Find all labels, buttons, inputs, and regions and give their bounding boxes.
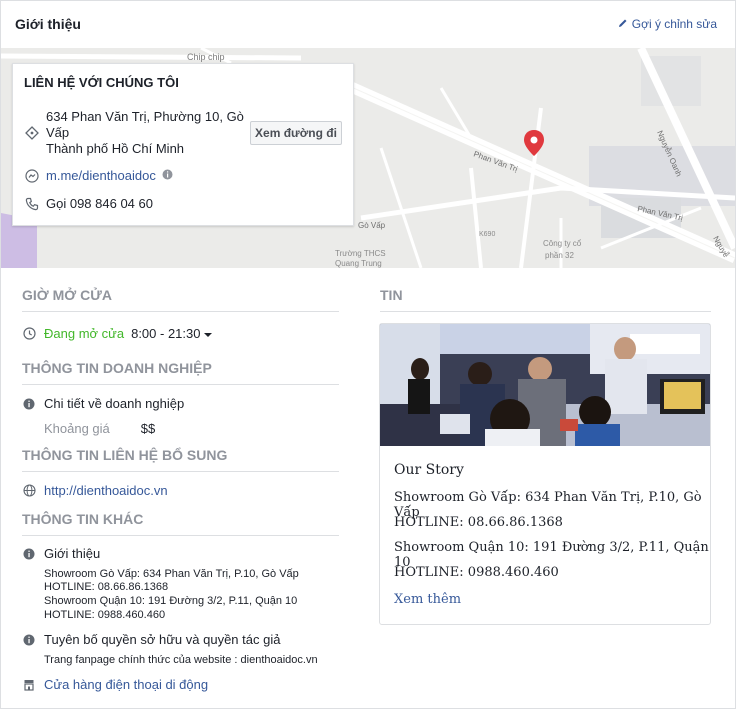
business-heading: THÔNG TIN DOANH NGHIỆP: [22, 360, 212, 376]
category-link[interactable]: Cửa hàng điện thoại di động: [44, 677, 208, 692]
news-title: Our Story: [394, 462, 464, 478]
messenger-link[interactable]: m.me/dienthoaidoc: [46, 168, 156, 183]
map-label: Trường THCS: [335, 249, 386, 258]
divider: [22, 471, 339, 472]
about-line: HOTLINE: 08.66.86.1368: [44, 581, 169, 593]
info-icon[interactable]: [162, 168, 173, 183]
price-range-row: Khoảng giá $$: [44, 421, 155, 436]
messenger-row[interactable]: m.me/dienthoaidoc: [24, 168, 173, 184]
suggest-edit-link[interactable]: Gợi ý chỉnh sửa: [618, 17, 717, 31]
news-line: HOTLINE: 0988.460.460: [394, 565, 559, 580]
globe-icon: [22, 484, 36, 498]
about-panel: Giới thiệu Gợi ý chỉnh sửa Chip chip Pha…: [0, 0, 736, 709]
copyright-text: Trang fanpage chính thức của website : d…: [44, 654, 318, 666]
address-text: 634 Phan Văn Trị, Phường 10, Gò Vấp Thàn…: [46, 109, 246, 157]
messenger-icon: [24, 168, 40, 184]
other-info-heading: THÔNG TIN KHÁC: [22, 511, 144, 527]
store-photo: [380, 324, 710, 446]
business-details-row[interactable]: Chi tiết về doanh nghiệp: [22, 396, 184, 411]
copyright-row: Tuyên bố quyền sở hữu và quyền tác giả: [22, 632, 280, 647]
extra-contact-heading: THÔNG TIN LIÊN HỆ BỔ SUNG: [22, 447, 228, 463]
panel-title: Giới thiệu: [15, 16, 81, 32]
info-icon: [22, 397, 36, 411]
divider: [22, 311, 339, 312]
news-heading: TIN: [380, 287, 403, 303]
about-row: Giới thiệu: [22, 546, 100, 561]
phone-icon: [24, 196, 40, 212]
business-details-label: Chi tiết về doanh nghiệp: [44, 396, 185, 411]
news-card[interactable]: Our Story Showroom Gò Vấ́p: 634 Phan Văn…: [379, 323, 711, 625]
hours-row[interactable]: Đang mở cửa 8:00 - 21:30: [22, 326, 213, 341]
see-more-link[interactable]: Xem thêm: [394, 592, 461, 607]
category-row[interactable]: Cửa hàng điện thoại di động: [22, 677, 208, 692]
directions-button[interactable]: Xem đường đi: [250, 121, 342, 145]
contact-title: LIÊN HỆ VỚI CHÚNG TÔI: [24, 75, 179, 90]
map-label: Công ty cổ: [543, 239, 582, 248]
store-icon: [22, 678, 36, 692]
divider: [22, 535, 339, 536]
suggest-edit-label: Gợi ý chỉnh sửa: [631, 17, 717, 31]
price-range-value: $$: [140, 421, 156, 436]
map-label: Gò Vấp: [358, 221, 386, 230]
open-hours: 8:00 - 21:30: [131, 326, 201, 341]
divider: [22, 384, 339, 385]
address-row: 634 Phan Văn Trị, Phường 10, Gò Vấp Thàn…: [24, 109, 246, 157]
caret-down-icon[interactable]: [204, 326, 213, 341]
location-diamond-icon: [24, 125, 40, 141]
phone-row[interactable]: Gọi 098 846 04 60: [24, 196, 153, 212]
news-line: HOTLINE: 08.66.86.1368: [394, 515, 563, 530]
open-status: Đang mở cửa: [44, 326, 125, 341]
address-line1: 634 Phan Văn Trị, Phường 10, Gò Vấp: [46, 109, 244, 140]
about-line: HOTLINE: 0988.460.460: [44, 609, 166, 621]
map-label: Chip chip: [187, 52, 225, 62]
info-icon: [22, 633, 36, 647]
pencil-icon: [618, 17, 628, 31]
news-photo[interactable]: [380, 324, 710, 446]
divider: [380, 311, 711, 312]
panel-header: Giới thiệu Gợi ý chỉnh sửa: [1, 1, 735, 47]
about-line: Showroom Gò Vấp: 634 Phan Văn Trị, P.10,…: [44, 568, 299, 580]
address-line2: Thành phố Hồ Chí Minh: [46, 141, 185, 156]
map-label: phần 32: [545, 251, 574, 260]
info-icon: [22, 547, 36, 561]
copyright-label: Tuyên bố quyền sở hữu và quyền tác giả: [44, 632, 281, 647]
map-label: K690: [479, 231, 495, 238]
about-label: Giới thiệu: [44, 546, 101, 561]
price-range-label: Khoảng giá: [44, 421, 110, 436]
map-label: Quang Trung: [335, 259, 382, 268]
phone-text[interactable]: Gọi 098 846 04 60: [46, 196, 153, 211]
website-link[interactable]: http://dienthoaidoc.vn: [44, 483, 168, 498]
website-row[interactable]: http://dienthoaidoc.vn: [22, 483, 168, 498]
contact-card: LIÊN HỆ VỚI CHÚNG TÔI 634 Phan Văn Trị, …: [12, 63, 354, 226]
about-line: Showroom Quận 10: 191 Đường 3/2, P.11, Q…: [44, 595, 298, 607]
clock-icon: [22, 327, 36, 341]
hours-heading: GIỜ MỞ CỬA: [22, 287, 112, 303]
